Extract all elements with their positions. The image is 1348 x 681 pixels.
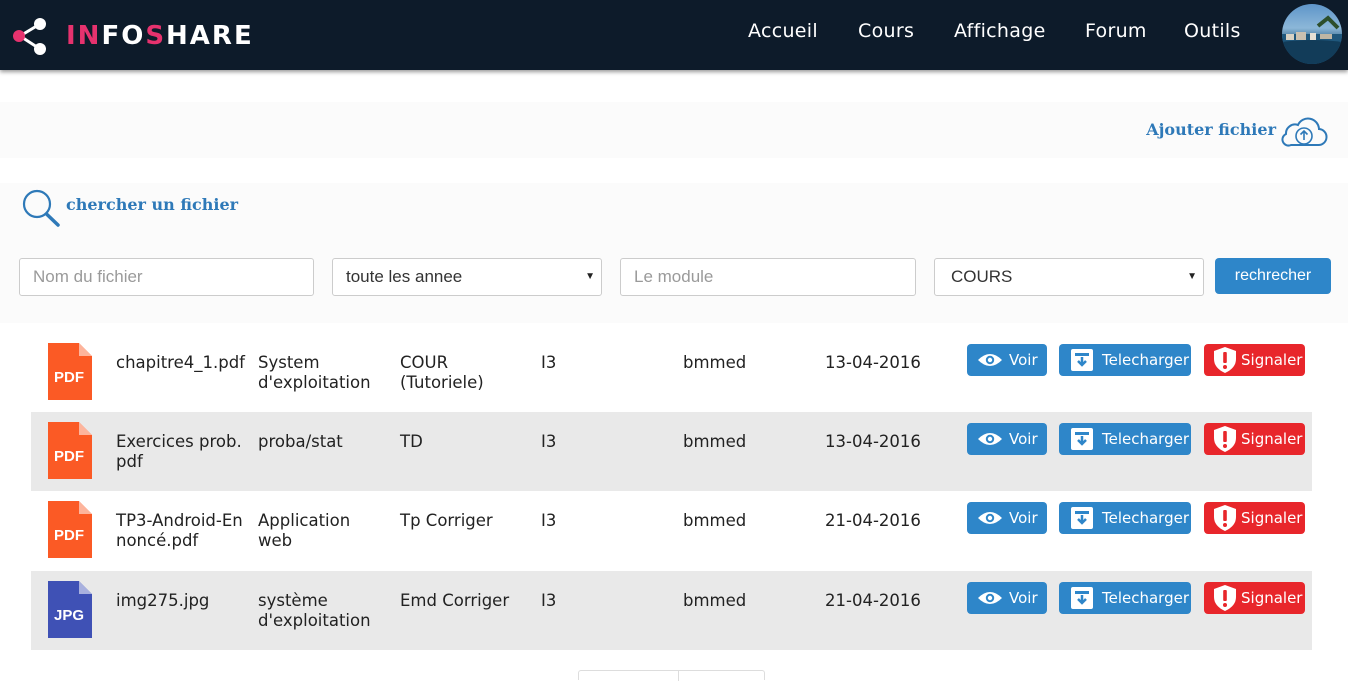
caret-down-icon: ▼ xyxy=(1187,271,1197,282)
table-row: PDF TP3-Android-Ennoncé.pdf Application we… xyxy=(31,491,1312,570)
jpg-file-icon: JPG xyxy=(48,581,92,638)
report-label: Signaler xyxy=(1241,430,1303,448)
view-button[interactable]: Voir xyxy=(967,344,1047,376)
pdf-file-icon: PDF xyxy=(48,422,92,479)
warning-shield-icon xyxy=(1214,585,1236,611)
file-name: Exercices prob.pdf xyxy=(116,432,242,471)
download-label: Telecharger xyxy=(1102,430,1190,448)
file-type: Emd Corriger xyxy=(400,591,510,610)
file-owner: bmmed xyxy=(683,353,747,372)
module-input[interactable]: Le module xyxy=(620,258,916,296)
pagination[interactable] xyxy=(578,670,765,681)
file-module: système d'exploitation xyxy=(258,591,371,630)
nav-item-accueil[interactable]: Accueil xyxy=(748,20,818,42)
search-button[interactable]: rechrecher xyxy=(1215,258,1331,294)
table-row: JPG img275.jpg système d'exploitation Emd C… xyxy=(31,571,1312,650)
report-label: Signaler xyxy=(1241,351,1303,369)
file-type-label: PDF xyxy=(54,369,84,386)
download-icon xyxy=(1071,587,1093,609)
file-name: img275.jpg xyxy=(116,591,210,610)
warning-shield-icon xyxy=(1214,347,1236,373)
file-date: 13-04-2016 xyxy=(825,432,921,451)
pdf-file-icon: PDF xyxy=(48,343,92,400)
download-button[interactable]: Telecharger xyxy=(1059,582,1191,614)
view-label: Voir xyxy=(1009,589,1038,607)
file-name: TP3-Android-Ennoncé.pdf xyxy=(116,511,243,550)
view-button[interactable]: Voir xyxy=(967,582,1047,614)
view-label: Voir xyxy=(1009,430,1038,448)
eye-icon xyxy=(978,433,1002,445)
file-date: 21-04-2016 xyxy=(825,511,921,530)
nav-item-outils[interactable]: Outils xyxy=(1184,20,1241,42)
user-avatar[interactable] xyxy=(1282,4,1342,64)
caret-down-icon: ▼ xyxy=(585,271,595,282)
eye-icon xyxy=(978,354,1002,366)
file-owner: bmmed xyxy=(683,432,747,451)
download-label: Telecharger xyxy=(1102,509,1190,527)
year-select-value: toute les annee xyxy=(346,267,463,286)
download-button[interactable]: Telecharger xyxy=(1059,423,1191,455)
download-button[interactable]: Telecharger xyxy=(1059,344,1191,376)
file-year: I3 xyxy=(541,511,557,530)
nav-menu: Accueil Cours Affichage Forum Outils xyxy=(0,0,1348,70)
file-owner: bmmed xyxy=(683,591,747,610)
eye-icon xyxy=(978,592,1002,604)
download-icon xyxy=(1071,507,1093,529)
file-module: proba/stat xyxy=(258,432,343,451)
filename-input[interactable]: Nom du fichier xyxy=(19,258,314,296)
search-title: chercher un fichier xyxy=(66,195,239,214)
category-select-value: COURS xyxy=(951,267,1013,286)
file-type-label: JPG xyxy=(54,607,84,624)
file-module: System d'exploitation xyxy=(258,353,371,392)
view-label: Voir xyxy=(1009,351,1038,369)
add-file-link[interactable]: Ajouter fichier xyxy=(1146,120,1276,139)
warning-shield-icon xyxy=(1214,505,1236,531)
view-button[interactable]: Voir xyxy=(967,502,1047,534)
file-year: I3 xyxy=(541,591,557,610)
file-owner: bmmed xyxy=(683,511,747,530)
report-label: Signaler xyxy=(1241,589,1303,607)
report-label: Signaler xyxy=(1241,509,1303,527)
download-label: Telecharger xyxy=(1102,589,1190,607)
file-module: Application web xyxy=(258,511,351,550)
category-select[interactable]: COURS ▼ xyxy=(934,258,1204,296)
warning-shield-icon xyxy=(1214,426,1236,452)
download-label: Telecharger xyxy=(1102,351,1190,369)
table-row: PDF chapitre4_1.pdf System d'exploitation C… xyxy=(31,333,1312,412)
file-year: I3 xyxy=(541,353,557,372)
eye-icon xyxy=(978,512,1002,524)
pagination-divider xyxy=(678,671,679,681)
download-button[interactable]: Telecharger xyxy=(1059,502,1191,534)
view-button[interactable]: Voir xyxy=(967,423,1047,455)
avatar-photo xyxy=(1282,15,1342,64)
file-type: TD xyxy=(400,432,423,451)
report-button[interactable]: Signaler xyxy=(1204,502,1305,534)
magnifier-icon xyxy=(22,189,60,227)
nav-item-cours[interactable]: Cours xyxy=(858,20,914,42)
file-date: 21-04-2016 xyxy=(825,591,921,610)
report-button[interactable]: Signaler xyxy=(1204,423,1305,455)
file-type: Tp Corriger xyxy=(400,511,493,530)
file-type: COUR (Tutoriele) xyxy=(400,353,484,392)
nav-item-forum[interactable]: Forum xyxy=(1085,20,1147,42)
year-select[interactable]: toute les annee ▼ xyxy=(332,258,602,296)
view-label: Voir xyxy=(1009,509,1038,527)
cloud-upload-icon[interactable] xyxy=(1280,114,1328,150)
file-type-label: PDF xyxy=(54,448,84,465)
report-button[interactable]: Signaler xyxy=(1204,344,1305,376)
file-type-label: PDF xyxy=(54,527,84,544)
file-date: 13-04-2016 xyxy=(825,353,921,372)
report-button[interactable]: Signaler xyxy=(1204,582,1305,614)
file-year: I3 xyxy=(541,432,557,451)
pdf-file-icon: PDF xyxy=(48,501,92,558)
download-icon xyxy=(1071,349,1093,371)
download-icon xyxy=(1071,428,1093,450)
top-navbar: INFOSHARE Accueil Cours Affichage Forum … xyxy=(0,0,1348,70)
table-row: PDF Exercices prob.pdf proba/stat TD I3 bmmed… xyxy=(31,412,1312,491)
nav-item-affichage[interactable]: Affichage xyxy=(954,20,1046,42)
file-name: chapitre4_1.pdf xyxy=(116,353,245,372)
